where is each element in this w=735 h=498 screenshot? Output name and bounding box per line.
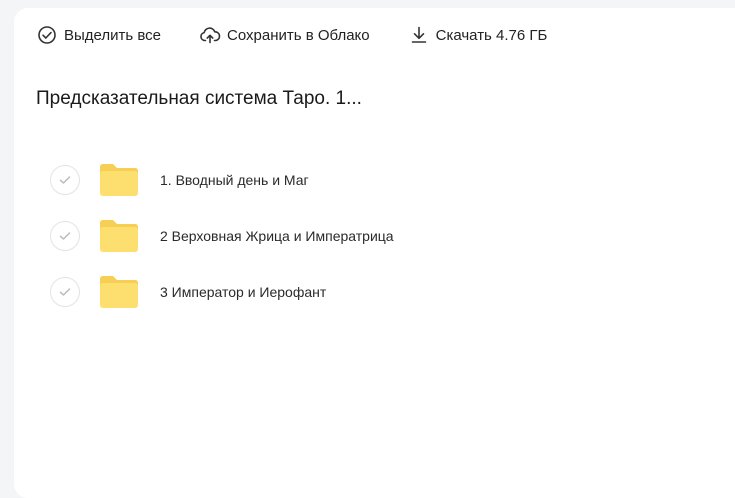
- select-checkbox[interactable]: [50, 277, 80, 307]
- item-name: 3 Император и Иерофант: [160, 284, 327, 300]
- folder-icon: [98, 275, 140, 309]
- item-name: 1. Вводный день и Маг: [160, 172, 309, 188]
- select-all-label: Выделить все: [64, 26, 162, 44]
- checkmark-icon: [59, 176, 71, 184]
- cloud-upload-icon: [199, 24, 221, 46]
- save-to-cloud-button[interactable]: Сохранить в Облако: [199, 24, 370, 46]
- list-item[interactable]: 1. Вводный день и Маг: [50, 152, 394, 208]
- folder-title: Предсказательная система Таро. 1...: [36, 88, 362, 109]
- list-item[interactable]: 3 Император и Иерофант: [50, 264, 394, 320]
- folder-icon: [98, 163, 140, 197]
- download-button[interactable]: Скачать 4.76 ГБ: [408, 24, 548, 46]
- checkmark-icon: [59, 232, 71, 240]
- check-circle-icon: [36, 24, 58, 46]
- select-all-button[interactable]: Выделить все: [36, 24, 161, 46]
- download-label: Скачать 4.76 ГБ: [435, 26, 548, 44]
- content-panel: Выделить все Сохранить в Облако Скачать …: [14, 8, 735, 498]
- select-checkbox[interactable]: [50, 165, 80, 195]
- toolbar: Выделить все Сохранить в Облако Скачать …: [36, 24, 585, 46]
- folder-icon: [98, 219, 140, 253]
- checkmark-icon: [59, 288, 71, 296]
- item-name: 2 Верховная Жрица и Императрица: [160, 228, 394, 244]
- select-checkbox[interactable]: [50, 221, 80, 251]
- list-item[interactable]: 2 Верховная Жрица и Императрица: [50, 208, 394, 264]
- file-list: 1. Вводный день и Маг 2 Верховная Жрица …: [50, 152, 394, 320]
- save-to-cloud-label: Сохранить в Облако: [227, 26, 370, 44]
- download-icon: [408, 24, 430, 46]
